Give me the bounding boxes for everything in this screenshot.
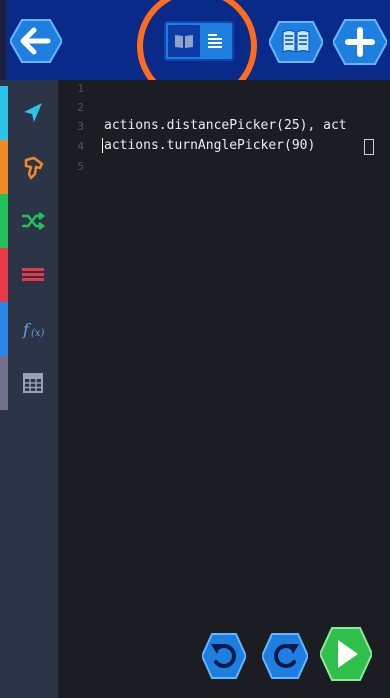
category-color-strip — [0, 302, 8, 356]
category-math[interactable] — [0, 356, 58, 410]
category-motion[interactable] — [0, 86, 58, 140]
stack-lines-icon — [22, 268, 44, 281]
redo-button[interactable] — [262, 632, 308, 680]
line-number: 4 — [77, 140, 84, 153]
redo-icon — [262, 633, 308, 679]
top-toolbar — [0, 0, 390, 104]
code-line: 1 — [58, 80, 390, 99]
line-number: 3 — [77, 120, 84, 133]
category-color-strip — [0, 356, 8, 410]
hand-pointer-icon — [24, 156, 44, 180]
category-color-strip — [0, 194, 8, 248]
arrow-left-icon — [10, 19, 62, 63]
category-control[interactable] — [0, 194, 58, 248]
tutorial-button[interactable] — [269, 20, 323, 64]
code-text: actions.turnAnglePicker(90) — [104, 138, 316, 153]
open-book-icon — [269, 21, 323, 63]
add-button[interactable] — [333, 18, 387, 66]
code-editor[interactable]: 1 2 3 actions.distancePicker(25), act 4 … — [58, 80, 390, 698]
cursor-block — [364, 139, 374, 155]
code-line: 2 — [58, 99, 390, 118]
back-button[interactable] — [10, 18, 62, 64]
category-sidebar: f (x) — [0, 80, 58, 698]
line-number: 5 — [77, 160, 84, 173]
line-number: 1 — [77, 82, 84, 95]
line-number: 2 — [77, 101, 84, 114]
category-color-strip — [0, 140, 8, 194]
toolbar-left-edge — [0, 0, 6, 80]
calculator-icon — [23, 373, 43, 393]
undo-button[interactable] — [202, 632, 246, 680]
category-lists[interactable] — [0, 248, 58, 302]
plus-icon — [333, 19, 387, 65]
code-line: 4 actions.turnAnglePicker(90) — [58, 138, 390, 157]
play-icon — [320, 627, 372, 681]
code-line: 3 actions.distancePicker(25), act — [58, 118, 390, 137]
category-functions[interactable]: f (x) — [0, 302, 58, 356]
function-icon: f (x) — [22, 320, 45, 339]
category-actions[interactable] — [0, 140, 58, 194]
run-button[interactable] — [320, 626, 372, 682]
text-cursor — [102, 138, 103, 153]
code-line: 5 — [58, 158, 390, 177]
shuffle-icon — [22, 212, 46, 230]
navigation-arrow-icon — [24, 103, 42, 122]
code-text: actions.distancePicker(25), act — [104, 118, 347, 133]
category-color-strip — [0, 248, 8, 302]
category-color-strip — [0, 86, 8, 140]
undo-icon — [202, 633, 246, 679]
code-text-with-cursor: actions.turnAnglePicker(90) — [102, 138, 315, 153]
svg-text:(x): (x) — [31, 328, 45, 339]
